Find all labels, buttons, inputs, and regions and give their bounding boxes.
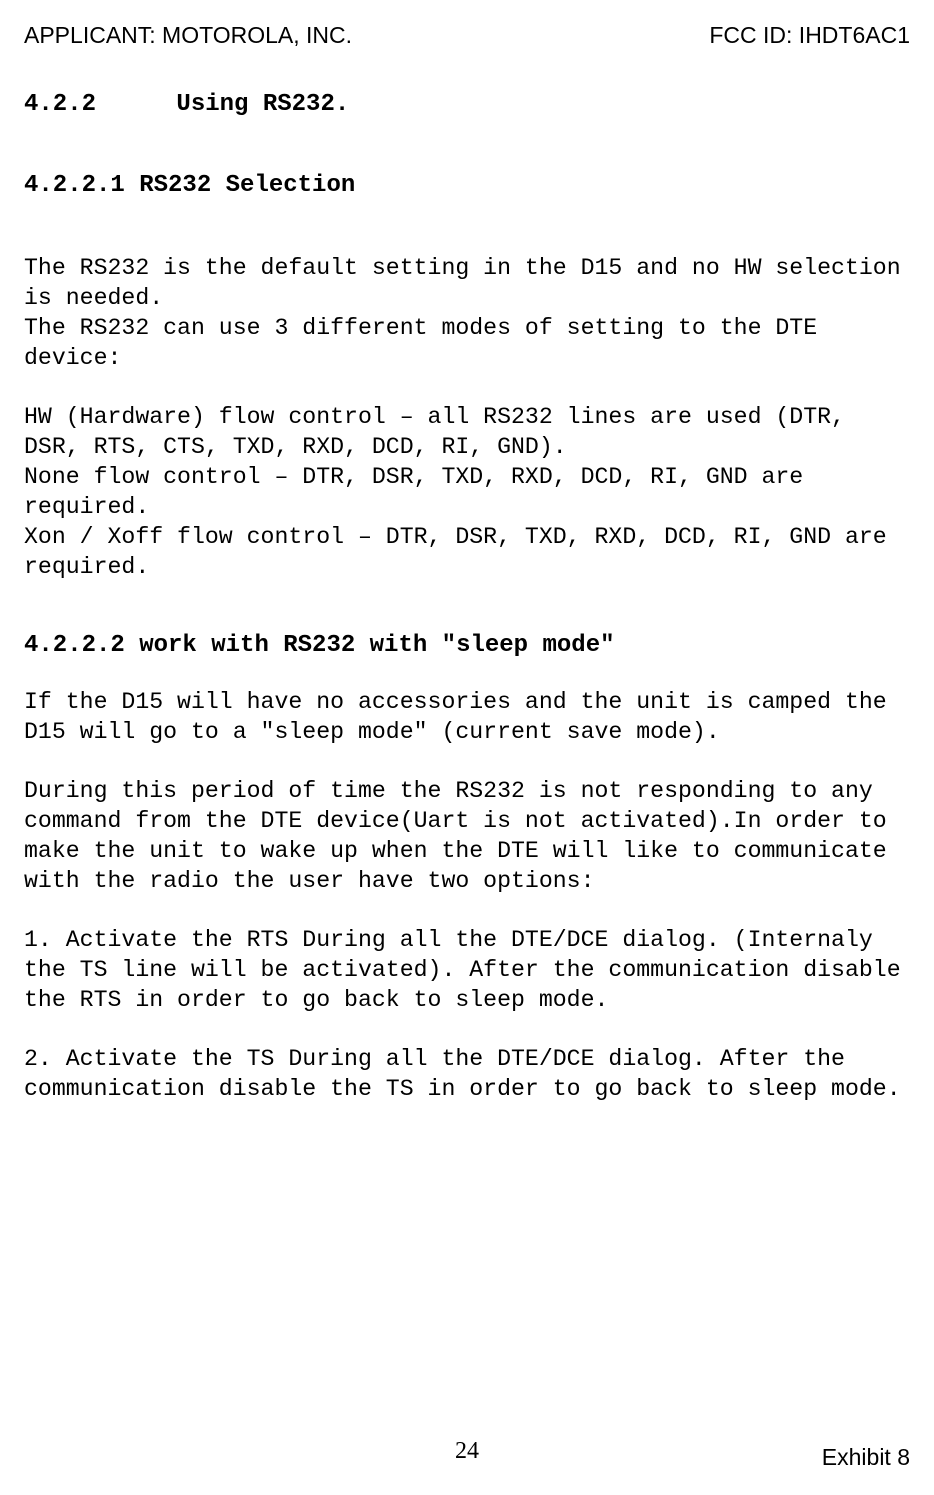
exhibit-label: Exhibit 8: [822, 1444, 910, 1471]
section-title: Using RS232.: [176, 91, 349, 118]
section-4222-heading: 4.2.2.2 work with RS232 with "sleep mode…: [24, 632, 910, 659]
section-4222-p4: 2. Activate the TS During all the DTE/DC…: [24, 1044, 910, 1104]
section-422-heading: 4.2.2 Using RS232.: [24, 91, 910, 118]
page-number: 24: [0, 1438, 934, 1465]
applicant-label: APPLICANT: MOTOROLA, INC.: [24, 22, 352, 49]
section-4221-heading: 4.2.2.1 RS232 Selection: [24, 172, 910, 199]
section-4221-p2: HW (Hardware) flow control – all RS232 l…: [24, 402, 910, 582]
section-4222-p3: 1. Activate the RTS During all the DTE/D…: [24, 925, 910, 1015]
section-4222-p2: During this period of time the RS232 is …: [24, 776, 910, 896]
page-header: APPLICANT: MOTOROLA, INC. FCC ID: IHDT6A…: [24, 22, 910, 49]
section-4221-p1: The RS232 is the default setting in the …: [24, 253, 910, 373]
fcc-id: FCC ID: IHDT6AC1: [709, 22, 910, 49]
section-4222-p1: If the D15 will have no accessories and …: [24, 687, 910, 747]
section-number: 4.2.2: [24, 91, 96, 118]
